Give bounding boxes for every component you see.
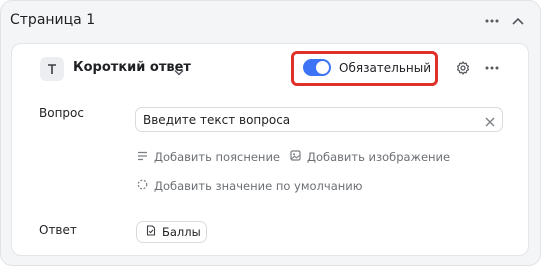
- page-section: Страница 1 Короткий ответ Обязательный В…: [0, 0, 541, 266]
- required-label: Обязательный: [339, 61, 432, 75]
- score-button-label: Баллы: [162, 225, 201, 239]
- required-toggle[interactable]: [303, 59, 331, 76]
- clear-icon[interactable]: [485, 112, 495, 131]
- add-image-button[interactable]: Добавить изображение: [290, 150, 450, 164]
- text-lines-icon: [137, 150, 148, 164]
- score-icon: [146, 225, 156, 239]
- question-label: Вопрос: [39, 106, 84, 120]
- gear-icon[interactable]: [452, 57, 474, 79]
- toggle-knob: [316, 61, 329, 74]
- dashed-circle-icon: [137, 179, 148, 193]
- page-more-icon[interactable]: [481, 10, 503, 32]
- score-button[interactable]: Баллы: [136, 221, 207, 243]
- chevron-down-icon[interactable]: [174, 61, 184, 80]
- chevron-up-icon[interactable]: [507, 10, 529, 32]
- question-more-icon[interactable]: [481, 57, 503, 79]
- question-input[interactable]: [135, 107, 503, 132]
- add-description-label: Добавить пояснение: [154, 150, 281, 164]
- answer-label: Ответ: [39, 223, 77, 237]
- add-image-label: Добавить изображение: [307, 150, 451, 164]
- page-title: Страница 1: [10, 12, 96, 28]
- add-default-value-label: Добавить значение по умолчанию: [154, 179, 363, 193]
- question-card: Короткий ответ Обязательный Вопрос Введи…: [11, 43, 529, 256]
- text-type-icon: [40, 57, 64, 81]
- add-description-button[interactable]: Добавить пояснение: [137, 150, 280, 164]
- add-default-value-button[interactable]: Добавить значение по умолчанию: [137, 179, 362, 193]
- image-icon: [290, 150, 301, 164]
